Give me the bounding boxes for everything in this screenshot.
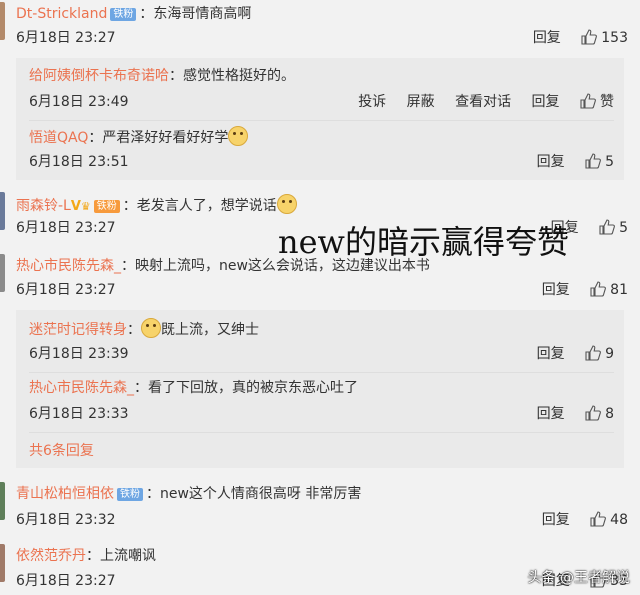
reply-thread: 给阿姨倒杯卡布奇诺哈：感觉性格挺好的。 6月18日 23:49 投诉 屏蔽 查看…	[16, 58, 624, 180]
avatar[interactable]	[0, 544, 5, 582]
avatar[interactable]	[0, 254, 5, 292]
username[interactable]: 悟道QAQ	[29, 130, 88, 146]
reply-button[interactable]: 回复	[537, 154, 565, 170]
like-button[interactable]: 5	[599, 219, 628, 236]
reply-button[interactable]: 回复	[532, 94, 560, 110]
emoji-icon	[141, 318, 161, 338]
comment-text: ：老发言人了，想学说话	[122, 198, 277, 214]
username[interactable]: 青山松柏恒相依	[16, 486, 114, 502]
comment-date: 6月18日 23:27	[16, 30, 116, 46]
divider	[29, 120, 614, 121]
reply-text: ：看了下回放，真的被京东恶心吐了	[134, 380, 358, 396]
more-replies-link[interactable]: 共6条回复	[29, 441, 94, 461]
username[interactable]: 热心市民陈先森_	[29, 380, 134, 396]
thumbs-up-icon	[580, 93, 596, 109]
username[interactable]: 给阿姨倒杯卡布奇诺哈	[29, 68, 169, 84]
comment-date: 6月18日 23:27	[16, 573, 116, 589]
reply-button[interactable]: 回复	[533, 30, 561, 46]
reply-text: ：严君泽好好看好好学	[88, 130, 229, 146]
like-label: 赞	[600, 94, 614, 110]
like-count: 5	[619, 220, 628, 236]
divider	[29, 372, 614, 373]
reply-date: 6月18日 23:51	[29, 154, 129, 170]
like-button[interactable]: 48	[590, 511, 628, 528]
verified-icon: V	[70, 199, 81, 214]
comment-text: ：上流嘲讽	[86, 548, 156, 564]
like-count: 5	[605, 154, 614, 170]
reply-date: 6月18日 23:49	[29, 94, 129, 110]
comment-date: 6月18日 23:27	[16, 282, 116, 298]
like-count: 9	[605, 346, 614, 362]
like-count: 8	[605, 406, 614, 422]
reply-text: ：感觉性格挺好的。	[169, 68, 295, 84]
emoji-icon	[276, 194, 297, 214]
thumbs-up-icon	[581, 29, 598, 45]
report-button[interactable]: 投诉	[358, 94, 386, 110]
comment-date: 6月18日 23:27	[16, 220, 116, 236]
watermark: 头条 @王者解说	[527, 570, 630, 586]
fan-badge: 铁粉	[117, 488, 143, 501]
caption-overlay: new的暗示赢得夸赞	[278, 223, 569, 261]
like-button[interactable]: 8	[585, 405, 614, 422]
thumbs-up-icon	[590, 511, 607, 527]
avatar[interactable]	[0, 2, 5, 40]
thumbs-up-icon	[599, 219, 615, 235]
reply-date: 6月18日 23:39	[29, 346, 129, 362]
like-count: 153	[601, 30, 628, 46]
reply-text: 既上流，又绅士	[161, 322, 259, 338]
comment-date: 6月18日 23:32	[16, 512, 116, 528]
reply-date: 6月18日 23:33	[29, 406, 129, 422]
like-count: 48	[610, 512, 628, 528]
comment: 青山松柏恒相依 铁粉 ：new这个人情商很高呀 非常厉害 6月18日 23:32 回…	[0, 480, 640, 532]
reply-button[interactable]: 回复	[542, 512, 570, 528]
reply-button[interactable]: 回复	[537, 346, 565, 362]
like-button[interactable]: 153	[581, 29, 628, 46]
like-button[interactable]: 赞	[580, 93, 614, 110]
thumbs-up-icon	[585, 153, 601, 169]
username[interactable]: 迷茫时记得转身	[29, 322, 127, 338]
like-button[interactable]: 5	[585, 153, 614, 170]
avatar[interactable]	[0, 192, 5, 230]
like-button[interactable]: 81	[590, 281, 628, 298]
reply-button[interactable]: 回复	[542, 282, 570, 298]
view-conversation-button[interactable]: 查看对话	[455, 94, 511, 110]
divider	[29, 432, 614, 433]
comment-text: ：东海哥情商高啊	[139, 6, 252, 22]
avatar[interactable]	[0, 482, 5, 520]
like-count: 81	[610, 282, 628, 298]
reply-button[interactable]: 回复	[537, 406, 565, 422]
thumbs-up-icon	[590, 281, 607, 297]
comment-text: ：new这个人情商很高呀 非常厉害	[146, 486, 362, 502]
username[interactable]: Dt-Strickland	[16, 6, 107, 22]
block-button[interactable]: 屏蔽	[407, 94, 435, 110]
username[interactable]: 雨森铃-L	[16, 198, 71, 214]
like-button[interactable]: 9	[585, 345, 614, 362]
emoji-icon	[228, 126, 249, 146]
fan-badge: 铁粉	[93, 200, 120, 213]
thumbs-up-icon	[585, 405, 601, 421]
comment: Dt-Strickland 铁粉 ：东海哥情商高啊 6月18日 23:27 回复 1…	[0, 0, 640, 52]
username[interactable]: 热心市民陈先森_	[16, 258, 121, 274]
fan-badge: 铁粉	[110, 8, 137, 21]
thumbs-up-icon	[585, 345, 601, 361]
reply-thread: 迷茫时记得转身： 既上流，又绅士 6月18日 23:39 回复 9 热心市民陈先森…	[16, 310, 624, 468]
username[interactable]: 依然范乔丹	[16, 548, 86, 564]
crown-icon: ♛	[80, 200, 91, 213]
